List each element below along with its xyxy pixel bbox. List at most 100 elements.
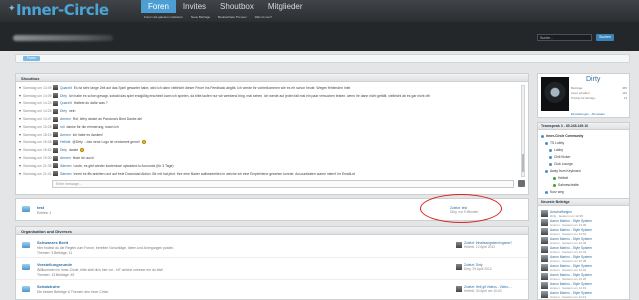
user-avatar-icon — [53, 147, 58, 153]
recent-posts-panel: Neueste Beiträge Anschaffungen Dirty · Ge… — [537, 198, 630, 300]
teamspeak-panel: Teamspeak 3 - 85.248.169.10 Inner-Circle… — [537, 122, 630, 200]
shout-message: Samstag um 19:00 Amnen finde ich auch — [19, 154, 524, 162]
shout-send-button[interactable] — [518, 180, 525, 187]
forum-icon — [22, 286, 30, 292]
stat-label: Punkte für Erfolge: — [571, 96, 596, 100]
shout-user[interactable]: Dirty — [60, 109, 67, 113]
shout-user[interactable]: Dirty — [60, 94, 67, 98]
shout-text: ich habe es danken! — [72, 132, 104, 137]
nav-tab-mitglieder[interactable]: Mitglieder — [261, 0, 310, 13]
profile-username[interactable]: Dirty — [586, 76, 600, 83]
subnav-mark-read[interactable]: Forum als gelesen markieren — [144, 15, 183, 19]
forum-last-post: Zuletzt: Dirty Dirty, 29 April 2012 — [464, 263, 492, 271]
forum-title[interactable]: Schatztruhe — [37, 284, 60, 289]
forum-title[interactable]: test — [37, 205, 44, 210]
ts-user[interactable]: Sahneschnitte — [553, 183, 579, 187]
stat-label: Beiträge: — [571, 86, 584, 90]
smiley-icon — [141, 140, 146, 145]
ts-label: Away from Keyboard — [550, 169, 581, 173]
forum-title[interactable]: Schwarzes Brett — [37, 240, 68, 245]
forum-row: Schatztruhe Die besten Beiträge & Themen… — [16, 280, 528, 300]
shout-user[interactable]: Amnen — [60, 156, 71, 160]
ts-channel[interactable]: Lobby — [549, 148, 563, 152]
shout-user[interactable]: Säexen — [60, 172, 72, 176]
shout-message-input[interactable]: Enter message... — [52, 180, 514, 188]
subnav-new-posts[interactable]: Neue Beiträge — [191, 15, 210, 19]
search-input[interactable]: Suche... — [537, 34, 592, 41]
shout-time: Samstag um 15:28 — [23, 124, 52, 129]
avatar[interactable] — [541, 77, 569, 111]
avatar — [541, 255, 548, 262]
avatar — [541, 246, 548, 253]
shout-user[interactable]: Säexen — [60, 164, 72, 168]
forum-icon — [22, 242, 30, 248]
shout-user[interactable]: Quarzlit — [60, 86, 72, 90]
shout-user[interactable]: Quarzlit — [60, 101, 72, 105]
shout-user[interactable]: roll — [60, 125, 65, 129]
nav-tab-invites[interactable]: Invites — [176, 0, 213, 13]
user-avatar-icon — [53, 171, 58, 177]
collapse-arrow-icon[interactable] — [19, 164, 21, 167]
profile-stat: Likes erhalten: 110 — [571, 91, 627, 95]
collapse-arrow-icon[interactable] — [19, 125, 21, 128]
shout-time: Samstag um 14:25 — [23, 109, 52, 114]
avatar — [541, 219, 548, 226]
ts-channel[interactable]: Chill Kicker — [549, 155, 571, 159]
stat-value: 13 — [623, 96, 627, 100]
shout-user[interactable]: Dirty — [60, 148, 67, 152]
collapse-arrow-icon[interactable] — [19, 86, 21, 89]
recent-post-meta: Amnen · Gestern um 12:38 — [550, 259, 587, 263]
collapse-arrow-icon[interactable] — [19, 118, 21, 121]
recent-post-meta: Amnen · Gestern um 12:25 — [550, 277, 587, 281]
sub-navigation: Forum als gelesen markieren Neue Beiträg… — [144, 15, 272, 19]
last-post-meta: Hellmit, 30 April um 10:00 — [464, 289, 502, 293]
shout-text: Leute, es gibt wieder kostenlose uploade… — [73, 163, 174, 168]
collapse-arrow-icon[interactable] — [19, 133, 21, 136]
shout-text: finde ich auch — [72, 156, 94, 161]
avatar — [541, 228, 548, 235]
collapse-arrow-icon[interactable] — [19, 94, 21, 97]
collapse-arrow-icon[interactable] — [19, 110, 21, 113]
last-poster-avatar-icon — [456, 286, 462, 292]
shout-message: Samstag um 14:47 Amnen Rof, lethy danke an… — [19, 115, 524, 123]
subnav-whats-new[interactable]: Was ist neu? — [255, 15, 272, 19]
ts-channel[interactable]: Club Lounge — [549, 162, 573, 166]
collapse-arrow-icon[interactable] — [19, 102, 21, 105]
forum-last-post: Zuletzt: Inhaltsangaben/Ingame? Hellmit,… — [464, 241, 512, 249]
profile-links[interactable]: Einstellungen · Abmelden — [571, 112, 605, 116]
collapse-arrow-icon[interactable] — [19, 157, 21, 160]
shout-user[interactable]: Amnen — [60, 133, 71, 137]
collapse-arrow-icon[interactable] — [19, 172, 21, 175]
shout-text: Hattest du dafür was ? — [73, 101, 108, 106]
collapse-arrow-icon[interactable] — [19, 149, 21, 152]
subnav-watched-threads[interactable]: Beobachtete Themen — [218, 15, 247, 19]
channel-icon — [549, 148, 552, 152]
shout-text: Es ist sehr lange Zeit auf das Spiel gew… — [73, 85, 351, 90]
shout-message: Samstag um 21:39 Säexen Leute, es gibt wie… — [19, 162, 524, 170]
recent-post-meta: Amnen · Gestern um 12:19 — [550, 286, 587, 290]
shout-time: Samstag um 13:49 — [23, 85, 52, 90]
avatar — [541, 237, 548, 244]
ts-channel[interactable]: TS Lobby — [545, 141, 564, 145]
last-poster-avatar-icon — [456, 242, 462, 248]
shoutbox-scrollbar[interactable] — [521, 85, 525, 177]
breadcrumb-home[interactable]: Foren — [23, 56, 41, 61]
nav-tab-shoutbox[interactable]: Shoutbox — [213, 0, 261, 13]
shout-user[interactable]: Amnen — [60, 117, 71, 121]
collapse-arrow-icon[interactable] — [19, 141, 21, 144]
shout-message: Samstag um 15:28 roll danke für die erinne… — [19, 123, 524, 131]
forum-title[interactable]: Vorstellungsrunde — [37, 262, 72, 267]
ts-user[interactable]: Hellmit — [553, 176, 568, 180]
shout-time: Samstag um 19:00 — [23, 156, 52, 161]
site-logo[interactable]: ✦Inner-Circle — [8, 1, 109, 19]
search-button[interactable]: Suchen — [596, 34, 614, 41]
nav-tab-foren[interactable]: Foren — [141, 0, 176, 13]
recent-post-meta: Dirty · Gestern um 12:38 — [550, 214, 583, 218]
ts-channel[interactable]: Kurz weg — [545, 190, 564, 194]
shout-user[interactable]: Hellmit — [60, 140, 70, 144]
scrollbar-thumb[interactable] — [522, 154, 524, 172]
ts-channel[interactable]: Away from Keyboard — [545, 169, 581, 173]
shout-message: Samstag um 13:49 Quarzlit Es ist sehr lang… — [19, 84, 524, 92]
shout-time: Samstag um 14:47 — [23, 117, 52, 122]
channel-icon — [549, 155, 552, 159]
